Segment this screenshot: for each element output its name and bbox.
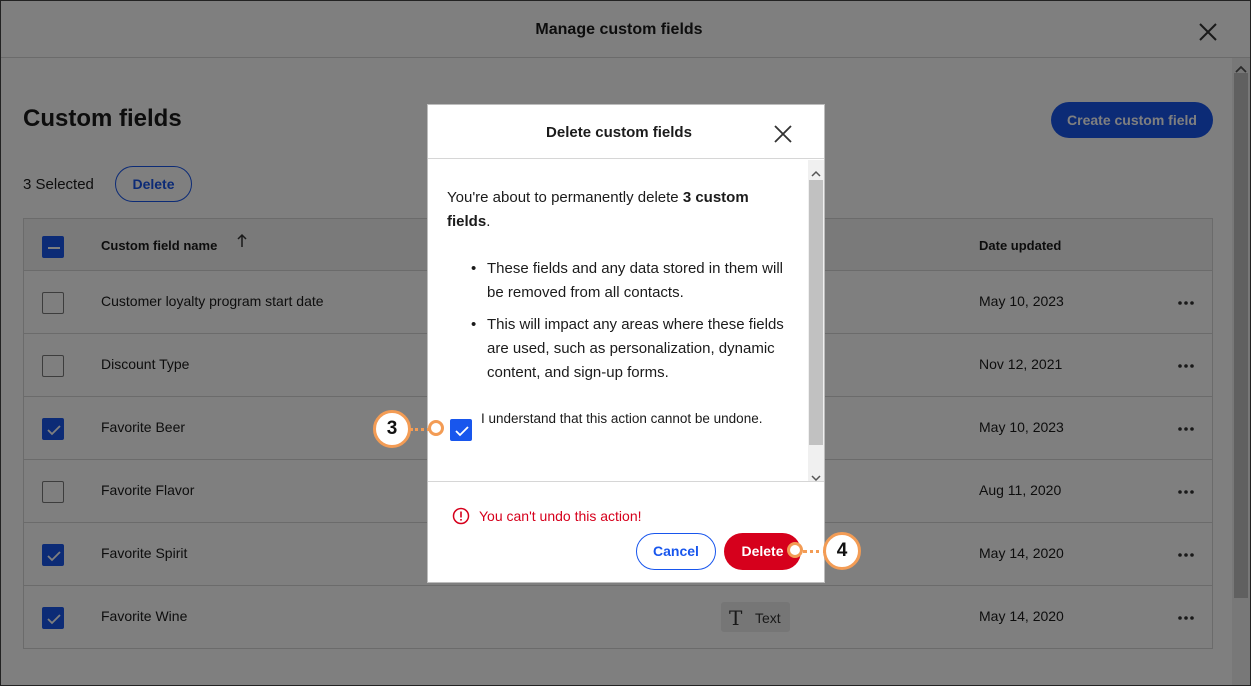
dialog-intro: You're about to permanently delete 3 cus… <box>447 186 792 234</box>
dialog-scroll-down-icon[interactable] <box>811 469 821 481</box>
callout-3-dot <box>428 420 444 436</box>
consequence-item: These fields and any data stored in them… <box>447 257 792 305</box>
dialog-close-icon[interactable] <box>771 122 795 146</box>
callout-3-connector <box>410 428 430 431</box>
warning-text: You can't undo this action! <box>479 508 642 524</box>
dialog-header: Delete custom fields <box>428 105 824 159</box>
dialog-scroll-up-icon[interactable] <box>811 165 821 177</box>
delete-custom-fields-dialog: Delete custom fields You're about to per… <box>427 104 825 583</box>
callout-step-3: 3 <box>373 410 411 448</box>
callout-4-dot <box>787 542 803 558</box>
consequence-list: These fields and any data stored in them… <box>447 257 792 393</box>
dialog-scrollbar-thumb[interactable] <box>809 180 823 445</box>
dialog-body: You're about to permanently delete 3 cus… <box>428 160 824 482</box>
callout-step-4: 4 <box>823 532 861 570</box>
consequence-item: This will impact any areas where these f… <box>447 313 792 385</box>
dialog-title: Delete custom fields <box>546 124 692 141</box>
intro-prefix: You're about to permanently delete <box>447 189 683 206</box>
acknowledge-checkbox[interactable] <box>450 419 472 441</box>
warning-icon <box>452 507 470 525</box>
intro-suffix: . <box>486 213 491 230</box>
cancel-button[interactable]: Cancel <box>636 533 716 570</box>
acknowledge-label[interactable]: I understand that this action cannot be … <box>481 409 781 429</box>
